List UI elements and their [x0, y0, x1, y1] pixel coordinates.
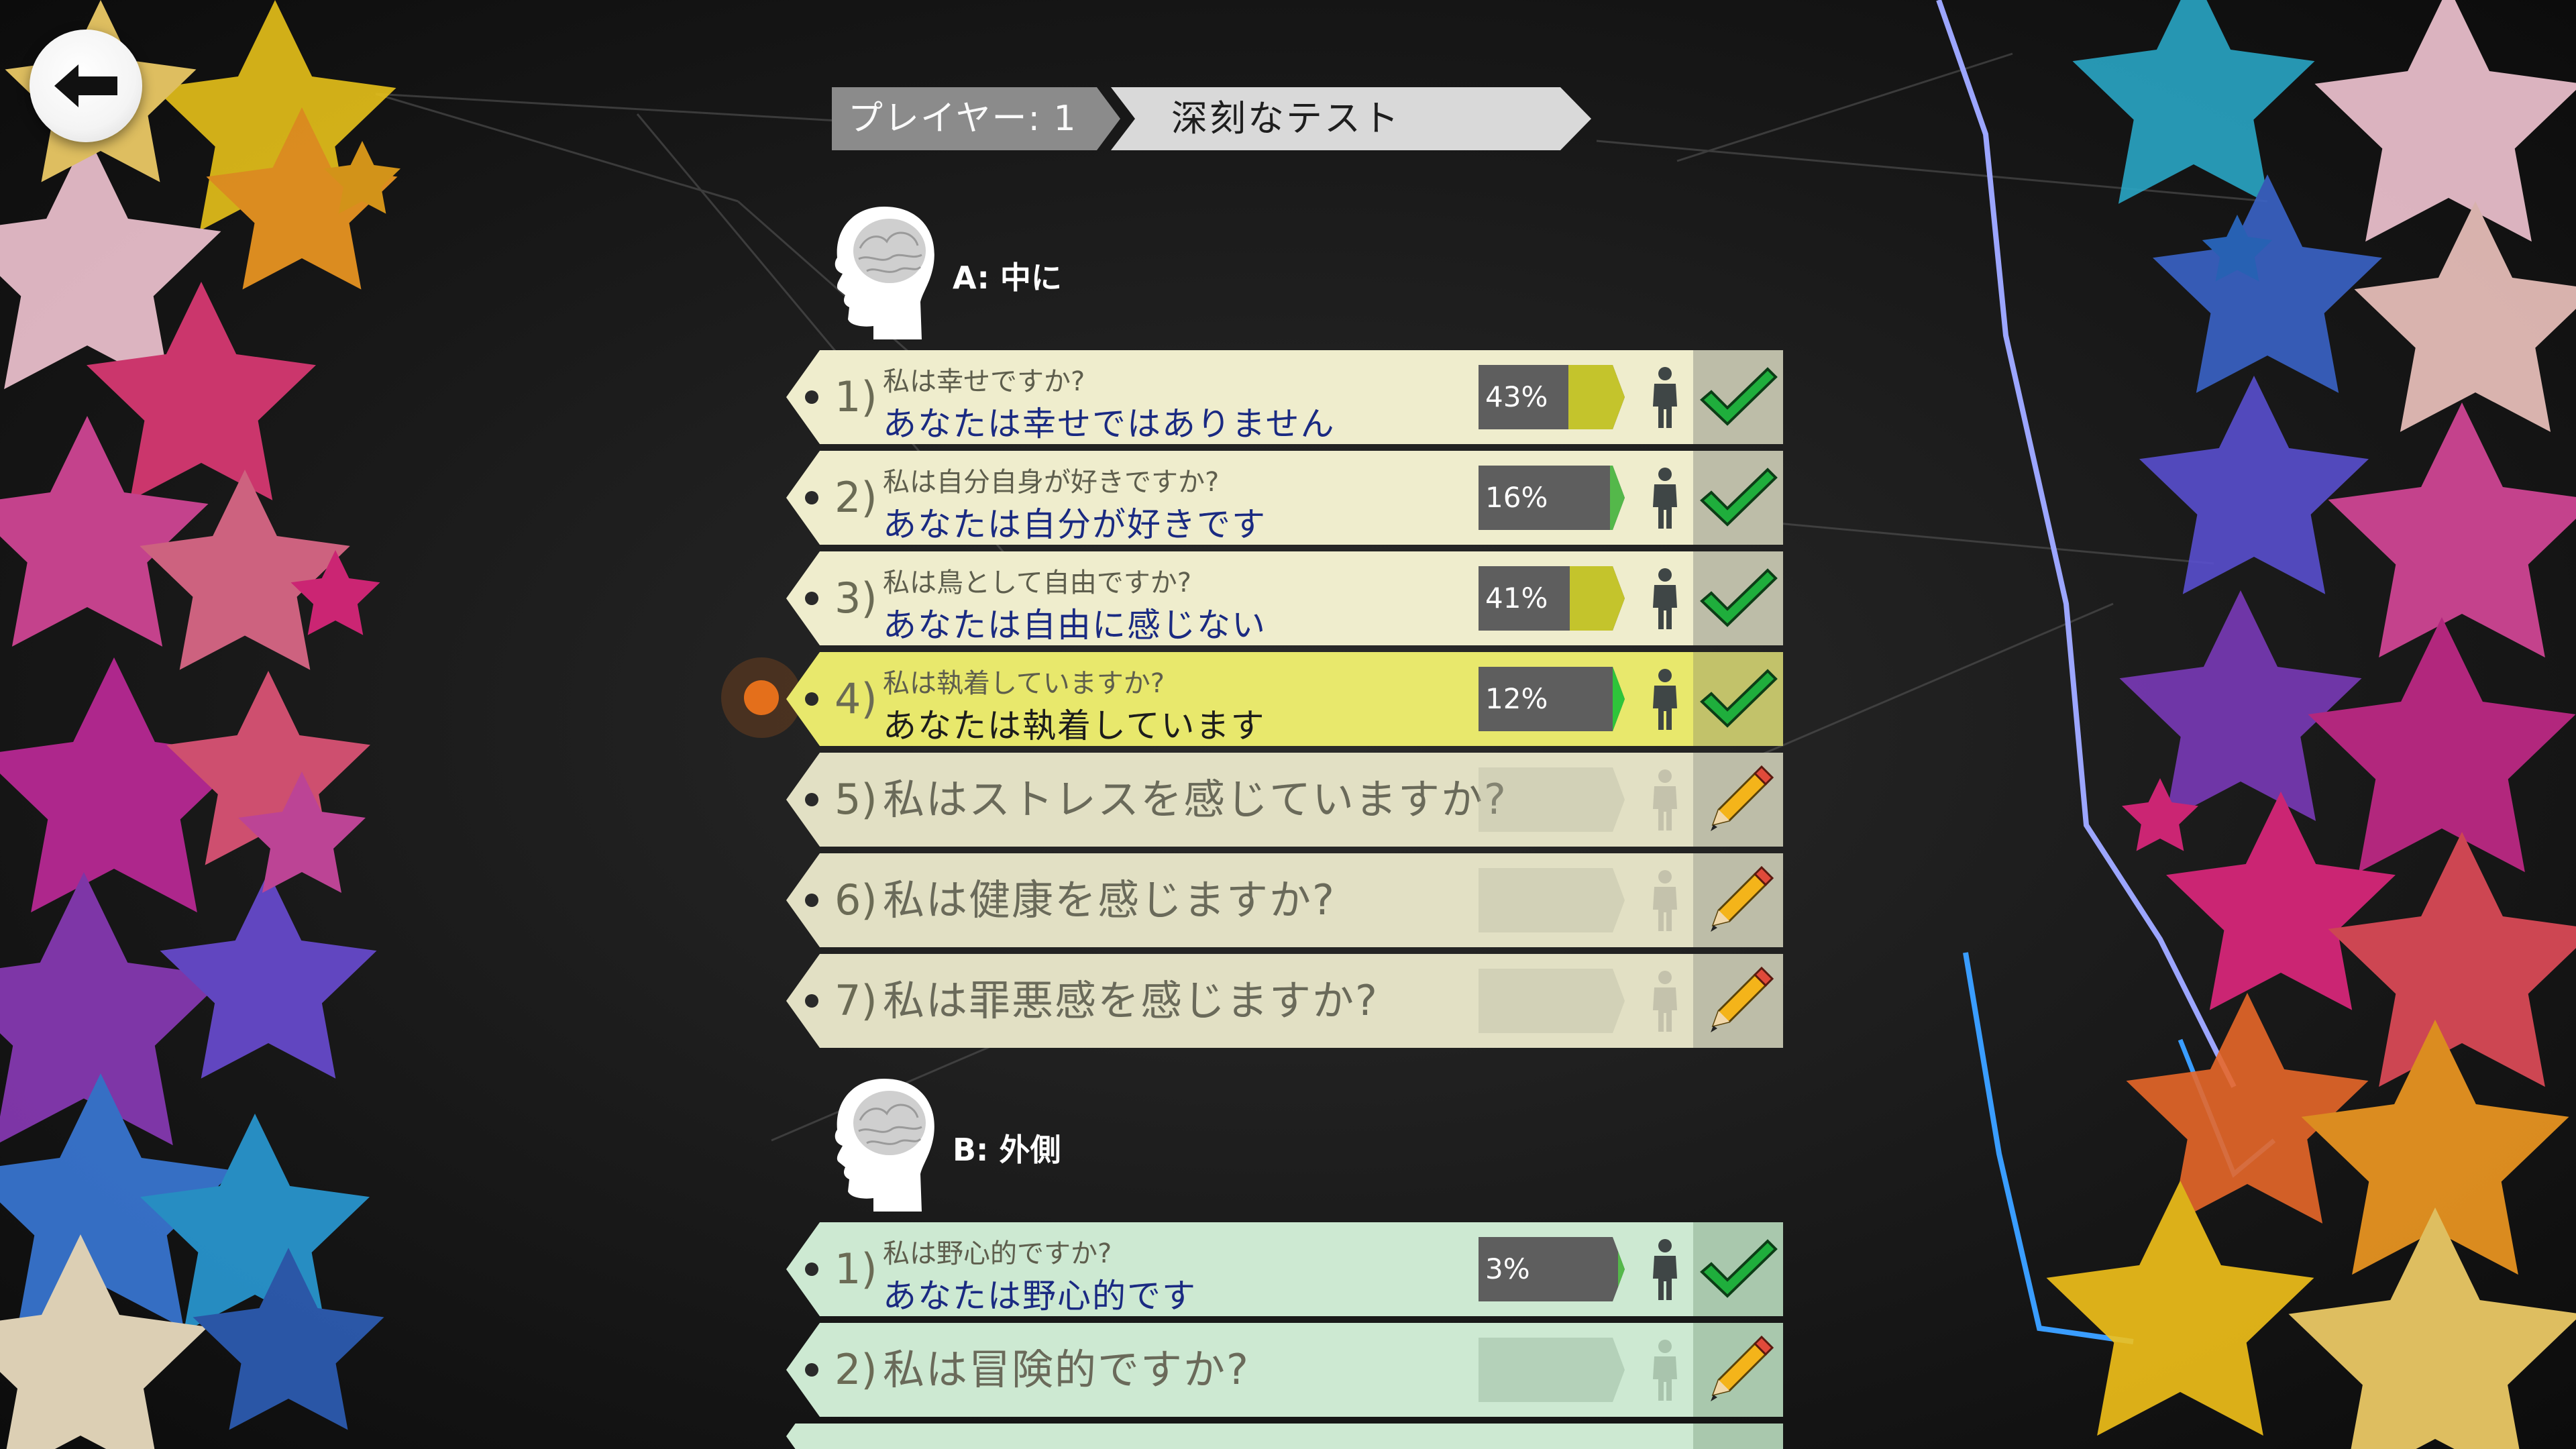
result-meter: 16% [1479, 466, 1637, 530]
question-number: 4) [835, 674, 877, 723]
question-row-partial[interactable] [786, 1424, 1783, 1449]
question-number: 7) [835, 976, 877, 1025]
check-icon [1700, 367, 1778, 426]
percent-label: 43% [1485, 380, 1548, 413]
question-number: 3) [835, 574, 877, 623]
pencil-icon [1711, 765, 1774, 831]
question-text: 私は野心的ですか? [883, 1238, 1112, 1269]
question-row[interactable]: 3) 私は鳥として自由ですか? あなたは自由に感じない 41% [786, 551, 1783, 645]
check-icon [1700, 1239, 1778, 1298]
question-text: 私は自分自身が好きですか? [883, 467, 1220, 498]
pencil-icon [1711, 865, 1774, 932]
question-text: 私は罪悪感を感じますか? [883, 976, 1379, 1025]
person-icon [1653, 468, 1677, 529]
result-meter: 41% [1479, 566, 1637, 631]
status-cell [1693, 1222, 1783, 1316]
question-text: 私は健康を感じますか? [883, 875, 1336, 924]
question-row-active[interactable]: 4) 私は執着していますか? あなたは執着しています 12% [786, 652, 1783, 746]
arrow-left-icon [54, 64, 117, 107]
status-cell[interactable] [1693, 753, 1783, 847]
question-row[interactable]: 2) 私は冒険的ですか? [786, 1323, 1783, 1417]
question-number: 2) [835, 473, 877, 522]
meter-fill [1618, 1237, 1625, 1301]
question-row[interactable]: 7) 私は罪悪感を感じますか? [786, 954, 1783, 1048]
person-icon [1653, 971, 1677, 1032]
status-cell [1693, 350, 1783, 444]
percent-label: 41% [1485, 582, 1548, 614]
bullet-dot [805, 592, 818, 605]
person-icon [1653, 669, 1677, 730]
answer-text: あなたは執着しています [883, 706, 1266, 745]
bullet-dot [805, 692, 818, 706]
question-number: 2) [835, 1345, 877, 1394]
player-label: プレイヤー: 1 [832, 87, 1120, 150]
percent-label: 3% [1485, 1252, 1530, 1285]
person-icon [1653, 870, 1677, 931]
bullet-dot [805, 994, 818, 1008]
result-meter: 43% [1479, 365, 1637, 429]
question-row[interactable]: 6) 私は健康を感じますか? [786, 853, 1783, 947]
person-icon [1653, 367, 1677, 428]
test-header: プレイヤー: 1 深刻なテスト [832, 87, 1591, 150]
check-icon [1700, 468, 1778, 527]
bullet-dot [805, 894, 818, 907]
bullet-dot [805, 1363, 818, 1377]
question-text: 私は幸せですか? [883, 366, 1085, 397]
status-cell[interactable] [1693, 954, 1783, 1048]
status-cell [1693, 551, 1783, 645]
result-meter: 12% [1479, 667, 1637, 731]
person-icon [1653, 769, 1677, 830]
question-text: 私は執着していますか? [883, 668, 1165, 699]
meter-fill [1610, 466, 1625, 530]
question-text: 私は冒険的ですか? [883, 1345, 1250, 1394]
check-icon [1700, 669, 1778, 728]
section-label: B: 外側 [953, 1132, 1061, 1168]
bullet-dot [805, 491, 818, 504]
question-number: 5) [835, 775, 877, 824]
question-number: 1) [835, 1244, 877, 1293]
result-meter [1479, 969, 1637, 1033]
head-brain-icon [835, 207, 934, 339]
person-icon [1653, 1239, 1677, 1300]
person-icon [1653, 1340, 1677, 1401]
question-text: 私はストレスを感じていますか? [883, 775, 1507, 824]
answer-text: あなたは自由に感じない [883, 606, 1267, 645]
percent-label: 12% [1485, 682, 1548, 715]
result-meter: 3% [1479, 1237, 1637, 1301]
answer-text: あなたは幸せではありません [883, 405, 1336, 443]
status-cell [1693, 451, 1783, 545]
question-row[interactable]: 1) 私は幸せですか? あなたは幸せではありません 43% [786, 350, 1783, 444]
question-row[interactable]: 1) 私は野心的ですか? あなたは野心的です 3% [786, 1222, 1783, 1316]
status-cell[interactable] [1693, 1323, 1783, 1417]
person-icon [1653, 568, 1677, 629]
meter-fill [1570, 566, 1625, 631]
status-cell [1693, 652, 1783, 746]
meter-fill [1613, 667, 1625, 731]
answer-text: あなたは自分が好きです [883, 505, 1267, 544]
meter-fill [1568, 365, 1625, 429]
percent-label: 16% [1485, 481, 1548, 514]
result-meter [1479, 1338, 1637, 1402]
result-meter [1479, 767, 1637, 832]
head-brain-icon [835, 1079, 934, 1212]
test-title: 深刻なテスト [1111, 87, 1591, 150]
question-number: 1) [835, 372, 877, 421]
back-button[interactable] [30, 30, 142, 142]
question-text: 私は鳥として自由ですか? [883, 568, 1192, 598]
question-row[interactable]: 5) 私はストレスを感じていますか? [786, 753, 1783, 847]
pencil-icon [1711, 966, 1774, 1032]
status-cell[interactable] [1693, 853, 1783, 947]
result-meter [1479, 868, 1637, 932]
check-icon [1700, 568, 1778, 627]
question-row[interactable]: 2) 私は自分自身が好きですか? あなたは自分が好きです 16% [786, 451, 1783, 545]
question-number: 6) [835, 875, 877, 924]
answer-text: あなたは野心的です [883, 1277, 1197, 1316]
bullet-dot [805, 1263, 818, 1276]
bullet-dot [805, 793, 818, 806]
pencil-icon [1711, 1335, 1774, 1401]
bullet-dot [805, 390, 818, 404]
section-label: A: 中に [953, 260, 1062, 296]
